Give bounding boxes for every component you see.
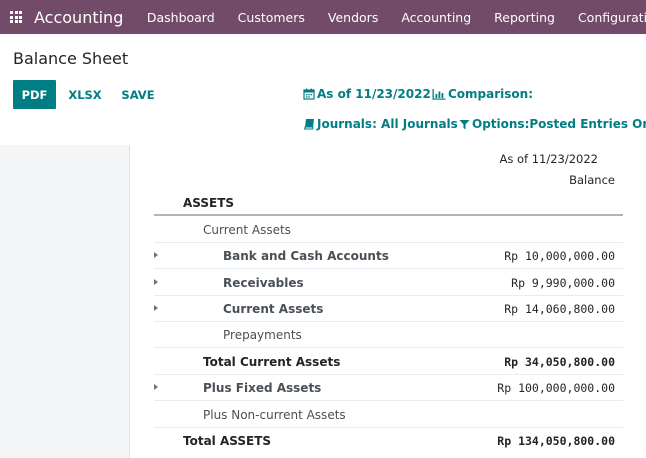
report-row-current-assets-group: Current Assets — [154, 217, 623, 243]
save-button[interactable]: SAVE — [114, 80, 162, 109]
options-filter[interactable]: Options:Posted Entries Only — [459, 117, 646, 131]
report-row-current-assets[interactable]: Current Assets Rp 14,060,800.00 — [154, 296, 623, 322]
column-balance-header: Balance — [569, 173, 615, 187]
report-row-fixed-assets[interactable]: Plus Fixed Assets Rp 100,000,000.00 — [154, 375, 623, 401]
nav-configuration[interactable]: Configuration — [566, 10, 646, 25]
nav-vendors[interactable]: Vendors — [316, 10, 389, 25]
row-label: Plus Fixed Assets — [203, 381, 322, 395]
caret-right-icon[interactable] — [154, 305, 158, 311]
book-icon — [303, 119, 314, 130]
section-heading-assets: ASSETS — [183, 196, 235, 210]
report-row-bank-cash[interactable]: Bank and Cash Accounts Rp 10,000,000.00 — [154, 243, 623, 269]
report-row-total-current-assets: Total Current Assets Rp 34,050,800.00 — [154, 349, 623, 375]
row-value[interactable]: Rp 14,060,800.00 — [504, 302, 615, 316]
row-label: Prepayments — [223, 328, 302, 342]
row-value[interactable]: Rp 100,000,000.00 — [497, 381, 615, 395]
row-label: Plus Non-current Assets — [203, 408, 346, 422]
row-label: Total Current Assets — [203, 355, 341, 369]
report-row-receivables[interactable]: Receivables Rp 9,990,000.00 — [154, 270, 623, 296]
date-filter-label: As of 11/23/2022 — [317, 87, 431, 101]
caret-right-icon[interactable] — [154, 279, 158, 285]
bar-chart-icon — [432, 88, 446, 100]
apps-menu-icon[interactable] — [10, 11, 22, 23]
nav-customers[interactable]: Customers — [226, 10, 316, 25]
journals-filter-label: Journals: All Journals — [317, 117, 458, 131]
journals-filter[interactable]: Journals: All Journals — [303, 117, 458, 131]
section-divider — [154, 214, 623, 216]
caret-right-icon[interactable] — [154, 384, 158, 390]
report-row-non-current-assets: Plus Non-current Assets — [154, 402, 623, 428]
comparison-filter[interactable]: Comparison: — [432, 87, 533, 101]
calendar-icon — [303, 88, 315, 100]
nav-accounting[interactable]: Accounting — [390, 10, 483, 25]
top-navbar: Accounting Dashboard Customers Vendors A… — [0, 0, 646, 34]
report-row-total-assets: Total ASSETS Rp 134,050,800.00 — [154, 428, 623, 454]
page-title: Balance Sheet — [13, 49, 129, 68]
filter-icon — [459, 119, 470, 129]
column-date-header: As of 11/23/2022 — [499, 152, 598, 166]
xlsx-button[interactable]: XLSX — [62, 80, 108, 109]
caret-right-icon[interactable] — [154, 252, 158, 258]
options-filter-label: Options:Posted Entries Only — [472, 117, 646, 131]
row-label: Current Assets — [223, 302, 324, 316]
row-value[interactable]: Rp 9,990,000.00 — [511, 276, 615, 290]
nav-reporting[interactable]: Reporting — [483, 10, 567, 25]
report-row-prepayments: Prepayments — [154, 322, 623, 348]
row-label: Total ASSETS — [183, 434, 272, 448]
app-brand[interactable]: Accounting — [34, 8, 123, 27]
row-value[interactable]: Rp 10,000,000.00 — [504, 249, 615, 263]
row-value: Rp 34,050,800.00 — [504, 355, 615, 369]
row-label: Current Assets — [203, 223, 291, 237]
row-label: Bank and Cash Accounts — [223, 249, 389, 263]
nav-dashboard[interactable]: Dashboard — [135, 10, 226, 25]
comparison-filter-label: Comparison: — [448, 87, 534, 101]
date-filter[interactable]: As of 11/23/2022 — [303, 87, 431, 101]
pdf-button[interactable]: PDF — [13, 80, 56, 109]
row-label: Receivables — [223, 276, 304, 290]
row-value: Rp 134,050,800.00 — [497, 434, 615, 448]
